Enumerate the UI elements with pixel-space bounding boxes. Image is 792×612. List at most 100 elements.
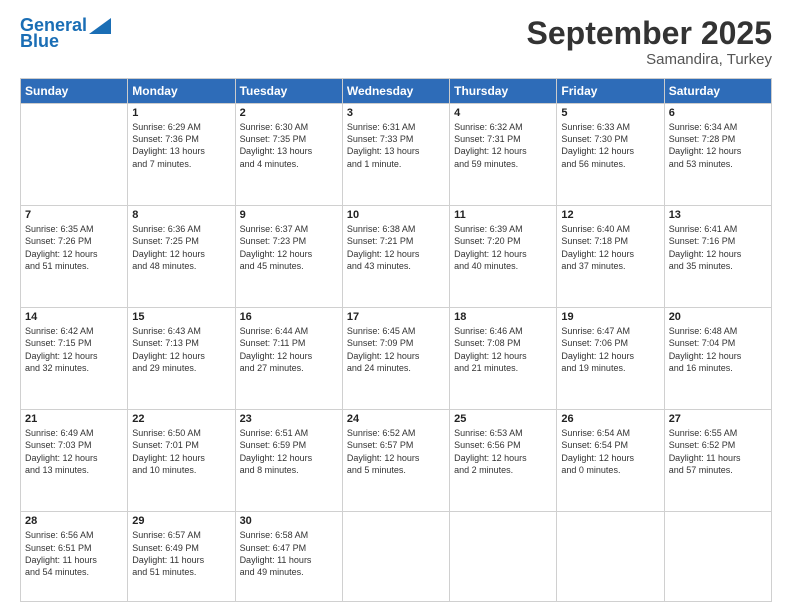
calendar-cell: 2Sunrise: 6:30 AM Sunset: 7:35 PM Daylig… [235,104,342,206]
calendar-cell: 26Sunrise: 6:54 AM Sunset: 6:54 PM Dayli… [557,410,664,512]
calendar-cell: 25Sunrise: 6:53 AM Sunset: 6:56 PM Dayli… [450,410,557,512]
cell-info: Sunrise: 6:44 AM Sunset: 7:11 PM Dayligh… [240,325,338,374]
calendar-cell: 30 Sunrise: 6:58 AM Sunset: 6:47 PM Dayli… [235,512,342,602]
calendar-cell: 14 Sunrise: 6:42 AM Sunset: 7:15 PM Dayli… [21,308,128,410]
calendar-cell [21,104,128,206]
day-number: 6 [669,107,767,119]
day-number: 19 [561,311,659,323]
calendar-cell: 27 Sunrise: 6:55 AM Sunset: 6:52 PM Dayli… [664,410,771,512]
day-number: 23 [240,413,338,425]
calendar-cell [450,512,557,602]
calendar-cell: 7 Sunrise: 6:35 AM Sunset: 7:26 PM Daylig… [21,206,128,308]
calendar-week-1: 1 Sunrise: 6:29 AM Sunset: 7:36 PM Daylig… [21,104,772,206]
cell-info: Sunrise: 6:37 AM Sunset: 7:23 PM Dayligh… [240,223,338,272]
calendar-cell [557,512,664,602]
cell-info: Sunrise: 6:53 AM Sunset: 6:56 PM Dayligh… [454,427,552,476]
calendar-cell: 11Sunrise: 6:39 AM Sunset: 7:20 PM Dayli… [450,206,557,308]
cell-info: Sunrise: 6:30 AM Sunset: 7:35 PM Dayligh… [240,121,338,170]
day-number: 30 [240,515,338,527]
col-wednesday: Wednesday [342,79,449,104]
calendar-cell: 5 Sunrise: 6:33 AM Sunset: 7:30 PM Daylig… [557,104,664,206]
day-number: 20 [669,311,767,323]
header: General Blue September 2025 Samandira, T… [20,16,772,68]
cell-info: Sunrise: 6:49 AM Sunset: 7:03 PM Dayligh… [25,427,123,476]
day-number: 4 [454,107,552,119]
logo-icon [89,18,111,34]
calendar-cell: 17Sunrise: 6:45 AM Sunset: 7:09 PM Dayli… [342,308,449,410]
cell-info: Sunrise: 6:45 AM Sunset: 7:09 PM Dayligh… [347,325,445,374]
logo-blue-text: Blue [20,32,59,52]
cell-info: Sunrise: 6:40 AM Sunset: 7:18 PM Dayligh… [561,223,659,272]
cell-info: Sunrise: 6:48 AM Sunset: 7:04 PM Dayligh… [669,325,767,374]
day-number: 18 [454,311,552,323]
day-number: 14 [25,311,123,323]
calendar-cell: 8Sunrise: 6:36 AM Sunset: 7:25 PM Daylig… [128,206,235,308]
title-block: September 2025 Samandira, Turkey [527,16,772,68]
day-number: 3 [347,107,445,119]
day-number: 28 [25,515,123,527]
calendar-cell: 10 Sunrise: 6:38 AM Sunset: 7:21 PM Dayli… [342,206,449,308]
day-number: 7 [25,209,123,221]
day-number: 5 [561,107,659,119]
month-title: September 2025 [527,16,772,51]
col-thursday: Thursday [450,79,557,104]
cell-info: Sunrise: 6:41 AM Sunset: 7:16 PM Dayligh… [669,223,767,272]
cell-info: Sunrise: 6:31 AM Sunset: 7:33 PM Dayligh… [347,121,445,170]
calendar-cell: 23 Sunrise: 6:51 AM Sunset: 6:59 PM Dayli… [235,410,342,512]
col-sunday: Sunday [21,79,128,104]
day-number: 1 [132,107,230,119]
calendar-cell: 1 Sunrise: 6:29 AM Sunset: 7:36 PM Daylig… [128,104,235,206]
cell-info: Sunrise: 6:47 AM Sunset: 7:06 PM Dayligh… [561,325,659,374]
day-number: 22 [132,413,230,425]
col-monday: Monday [128,79,235,104]
calendar-cell: 12 Sunrise: 6:40 AM Sunset: 7:18 PM Dayli… [557,206,664,308]
calendar-week-4: 21Sunrise: 6:49 AM Sunset: 7:03 PM Dayli… [21,410,772,512]
cell-info: Sunrise: 6:34 AM Sunset: 7:28 PM Dayligh… [669,121,767,170]
calendar-week-5: 28 Sunrise: 6:56 AM Sunset: 6:51 PM Dayli… [21,512,772,602]
day-number: 24 [347,413,445,425]
calendar-cell: 19 Sunrise: 6:47 AM Sunset: 7:06 PM Dayli… [557,308,664,410]
day-number: 13 [669,209,767,221]
page: General Blue September 2025 Samandira, T… [0,0,792,612]
calendar-cell: 18Sunrise: 6:46 AM Sunset: 7:08 PM Dayli… [450,308,557,410]
col-friday: Friday [557,79,664,104]
day-number: 15 [132,311,230,323]
cell-info: Sunrise: 6:35 AM Sunset: 7:26 PM Dayligh… [25,223,123,272]
calendar-cell: 3 Sunrise: 6:31 AM Sunset: 7:33 PM Daylig… [342,104,449,206]
day-number: 9 [240,209,338,221]
calendar-week-3: 14 Sunrise: 6:42 AM Sunset: 7:15 PM Dayli… [21,308,772,410]
cell-info: Sunrise: 6:55 AM Sunset: 6:52 PM Dayligh… [669,427,767,476]
calendar-cell: 20 Sunrise: 6:48 AM Sunset: 7:04 PM Dayli… [664,308,771,410]
calendar-cell: 28 Sunrise: 6:56 AM Sunset: 6:51 PM Dayli… [21,512,128,602]
calendar-cell: 15 Sunrise: 6:43 AM Sunset: 7:13 PM Dayli… [128,308,235,410]
header-row: Sunday Monday Tuesday Wednesday Thursday… [21,79,772,104]
cell-info: Sunrise: 6:56 AM Sunset: 6:51 PM Dayligh… [25,529,123,578]
location-subtitle: Samandira, Turkey [527,51,772,68]
calendar-week-2: 7 Sunrise: 6:35 AM Sunset: 7:26 PM Daylig… [21,206,772,308]
cell-info: Sunrise: 6:51 AM Sunset: 6:59 PM Dayligh… [240,427,338,476]
col-saturday: Saturday [664,79,771,104]
calendar-cell: 21Sunrise: 6:49 AM Sunset: 7:03 PM Dayli… [21,410,128,512]
cell-info: Sunrise: 6:29 AM Sunset: 7:36 PM Dayligh… [132,121,230,170]
logo: General Blue [20,16,111,52]
day-number: 11 [454,209,552,221]
cell-info: Sunrise: 6:42 AM Sunset: 7:15 PM Dayligh… [25,325,123,374]
cell-info: Sunrise: 6:38 AM Sunset: 7:21 PM Dayligh… [347,223,445,272]
day-number: 12 [561,209,659,221]
cell-info: Sunrise: 6:52 AM Sunset: 6:57 PM Dayligh… [347,427,445,476]
cell-info: Sunrise: 6:32 AM Sunset: 7:31 PM Dayligh… [454,121,552,170]
cell-info: Sunrise: 6:33 AM Sunset: 7:30 PM Dayligh… [561,121,659,170]
cell-info: Sunrise: 6:54 AM Sunset: 6:54 PM Dayligh… [561,427,659,476]
cell-info: Sunrise: 6:50 AM Sunset: 7:01 PM Dayligh… [132,427,230,476]
cell-info: Sunrise: 6:58 AM Sunset: 6:47 PM Dayligh… [240,529,338,578]
day-number: 10 [347,209,445,221]
day-number: 16 [240,311,338,323]
calendar-cell: 13 Sunrise: 6:41 AM Sunset: 7:16 PM Dayli… [664,206,771,308]
calendar-table: Sunday Monday Tuesday Wednesday Thursday… [20,78,772,602]
cell-info: Sunrise: 6:43 AM Sunset: 7:13 PM Dayligh… [132,325,230,374]
day-number: 27 [669,413,767,425]
cell-info: Sunrise: 6:36 AM Sunset: 7:25 PM Dayligh… [132,223,230,272]
calendar-cell: 29Sunrise: 6:57 AM Sunset: 6:49 PM Dayli… [128,512,235,602]
calendar-cell: 4 Sunrise: 6:32 AM Sunset: 7:31 PM Daylig… [450,104,557,206]
calendar-cell: 24 Sunrise: 6:52 AM Sunset: 6:57 PM Dayli… [342,410,449,512]
